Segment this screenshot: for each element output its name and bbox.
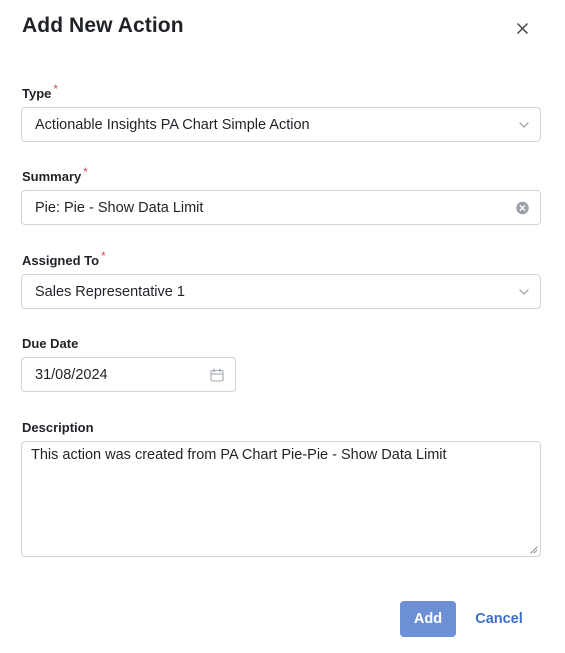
calendar-icon	[210, 367, 224, 382]
due-date-input[interactable]: 31/08/2024	[21, 357, 236, 392]
close-button[interactable]	[510, 16, 534, 40]
summary-input-value: Pie: Pie - Show Data Limit	[35, 199, 204, 216]
clear-summary-button[interactable]	[516, 201, 529, 214]
summary-input[interactable]: Pie: Pie - Show Data Limit	[21, 190, 541, 225]
type-select[interactable]: Actionable Insights PA Chart Simple Acti…	[21, 107, 541, 142]
add-button[interactable]: Add	[400, 601, 456, 637]
assigned-to-value: Sales Representative 1	[35, 283, 185, 300]
chevron-down-icon	[519, 288, 529, 295]
close-icon	[516, 22, 528, 34]
due-date-label: Due Date	[22, 336, 79, 351]
required-marker: *	[53, 82, 59, 96]
type-select-value: Actionable Insights PA Chart Simple Acti…	[35, 116, 310, 133]
summary-label: Summary *	[22, 165, 88, 184]
required-marker: *	[101, 249, 106, 263]
assigned-to-label: Assigned To *	[22, 249, 106, 268]
type-label: Type *	[22, 82, 59, 101]
description-label: Description	[22, 420, 94, 435]
add-action-dialog: Add New Action Type * Actionable Insights…	[0, 0, 565, 653]
description-value: This action was created from PA Chart Pi…	[31, 447, 447, 463]
dialog-title: Add New Action	[22, 14, 184, 37]
clear-icon	[516, 201, 529, 214]
due-date-value: 31/08/2024	[35, 366, 108, 383]
chevron-down-icon	[519, 121, 529, 128]
resize-grip-icon[interactable]	[530, 546, 538, 554]
required-marker: *	[83, 165, 88, 179]
description-textarea[interactable]: This action was created from PA Chart Pi…	[21, 441, 541, 557]
open-calendar-button[interactable]	[210, 367, 224, 382]
assigned-to-select[interactable]: Sales Representative 1	[21, 274, 541, 309]
cancel-button[interactable]: Cancel	[468, 601, 530, 637]
